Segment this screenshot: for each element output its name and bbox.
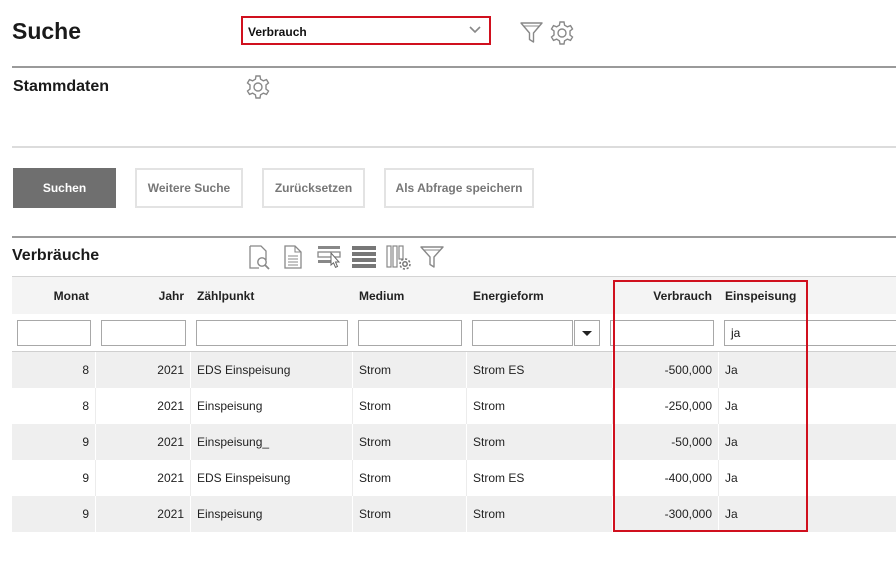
table-row[interactable]: 8 2021 EDS Einspeisung Strom Strom ES -5… xyxy=(12,352,896,388)
table-row[interactable]: 9 2021 Einspeisung Strom Strom -300,000 … xyxy=(12,496,896,532)
col-monat[interactable]: Monat xyxy=(54,289,89,303)
cell-jahr: 2021 xyxy=(157,435,184,449)
filter-energieform-dropdown[interactable] xyxy=(574,320,600,346)
gear-icon[interactable] xyxy=(549,20,575,46)
cell-zaehlpunkt: Einspeisung_ xyxy=(197,435,270,449)
col-energieform[interactable]: Energieform xyxy=(473,289,544,303)
print-preview-icon[interactable] xyxy=(246,244,272,270)
table-row[interactable]: 9 2021 Einspeisung_ Strom Strom -50,000 … xyxy=(12,424,896,460)
cell-energieform: Strom xyxy=(473,435,506,449)
cell-jahr: 2021 xyxy=(157,363,184,377)
table-row-empty xyxy=(12,532,896,568)
header-divider xyxy=(12,66,896,68)
funnel-icon[interactable] xyxy=(519,20,544,45)
cell-verbrauch: -500,000 xyxy=(664,363,712,377)
save-query-button[interactable]: Als Abfrage speichern xyxy=(384,168,534,208)
cell-einspeisung: Ja xyxy=(725,507,738,521)
col-jahr[interactable]: Jahr xyxy=(159,289,184,303)
triangle-down-icon xyxy=(582,331,592,336)
chevron-down-icon xyxy=(469,26,481,34)
cell-jahr: 2021 xyxy=(157,399,184,413)
cell-zaehlpunkt: Einspeisung xyxy=(197,507,263,521)
cell-monat: 9 xyxy=(82,435,89,449)
cell-medium: Strom xyxy=(359,435,392,449)
row-select-icon[interactable] xyxy=(316,244,344,268)
filter-icon[interactable] xyxy=(419,244,445,270)
cell-energieform: Strom ES xyxy=(473,471,525,485)
cell-medium: Strom xyxy=(359,399,392,413)
table-row[interactable]: 8 2021 Einspeisung Strom Strom -250,000 … xyxy=(12,388,896,424)
cell-verbrauch: -300,000 xyxy=(664,507,712,521)
cell-monat: 9 xyxy=(82,471,89,485)
filter-zaehlpunkt-input[interactable] xyxy=(196,320,348,346)
cell-zaehlpunkt: EDS Einspeisung xyxy=(197,471,291,485)
cell-zaehlpunkt: Einspeisung xyxy=(197,399,263,413)
cell-einspeisung: Ja xyxy=(725,399,738,413)
document-icon[interactable] xyxy=(282,244,304,270)
reset-button[interactable]: Zurücksetzen xyxy=(262,168,365,208)
cell-einspeisung: Ja xyxy=(725,471,738,485)
filter-energieform-input[interactable] xyxy=(472,320,573,346)
cell-monat: 9 xyxy=(82,507,89,521)
table-row[interactable]: 9 2021 EDS Einspeisung Strom Strom ES -4… xyxy=(12,460,896,496)
stammdaten-divider xyxy=(12,146,896,148)
cell-medium: Strom xyxy=(359,363,392,377)
cell-jahr: 2021 xyxy=(157,471,184,485)
filter-row: ja xyxy=(12,314,896,352)
more-search-button[interactable]: Weitere Suche xyxy=(135,168,243,208)
col-medium[interactable]: Medium xyxy=(359,289,404,303)
stammdaten-title: Stammdaten xyxy=(13,78,110,95)
column-settings-icon[interactable] xyxy=(385,244,412,271)
cell-jahr: 2021 xyxy=(157,507,184,521)
rows-icon[interactable] xyxy=(351,244,377,270)
search-type-select[interactable]: Verbrauch xyxy=(241,16,491,45)
page-title: Suche xyxy=(12,18,82,44)
stammdaten-gear-icon[interactable] xyxy=(245,74,271,100)
cell-zaehlpunkt: EDS Einspeisung xyxy=(197,363,291,377)
cell-energieform: Strom xyxy=(473,399,506,413)
filter-jahr-input[interactable] xyxy=(101,320,186,346)
search-button[interactable]: Suchen xyxy=(13,168,116,208)
cell-einspeisung: Ja xyxy=(725,435,738,449)
cell-einspeisung: Ja xyxy=(725,363,738,377)
cell-monat: 8 xyxy=(82,363,89,377)
col-einspeisung[interactable]: Einspeisung xyxy=(725,289,796,303)
col-zaehlpunkt[interactable]: Zählpunkt xyxy=(197,289,254,303)
filter-verbrauch-input[interactable] xyxy=(610,320,714,346)
col-verbrauch[interactable]: Verbrauch xyxy=(653,289,712,303)
filter-einspeisung-input[interactable]: ja xyxy=(724,320,896,346)
cell-medium: Strom xyxy=(359,507,392,521)
cell-medium: Strom xyxy=(359,471,392,485)
cell-verbrauch: -250,000 xyxy=(664,399,712,413)
cell-energieform: Strom xyxy=(473,507,506,521)
results-divider xyxy=(12,236,896,238)
filter-monat-input[interactable] xyxy=(17,320,91,346)
table-header: Monat Jahr Zählpunkt Medium Energieform … xyxy=(12,276,896,314)
table-title: Verbräuche xyxy=(12,247,100,264)
search-type-value: Verbrauch xyxy=(248,25,307,39)
cell-monat: 8 xyxy=(82,399,89,413)
cell-verbrauch: -400,000 xyxy=(664,471,712,485)
filter-medium-input[interactable] xyxy=(358,320,462,346)
cell-verbrauch: -50,000 xyxy=(671,435,712,449)
cell-energieform: Strom ES xyxy=(473,363,525,377)
